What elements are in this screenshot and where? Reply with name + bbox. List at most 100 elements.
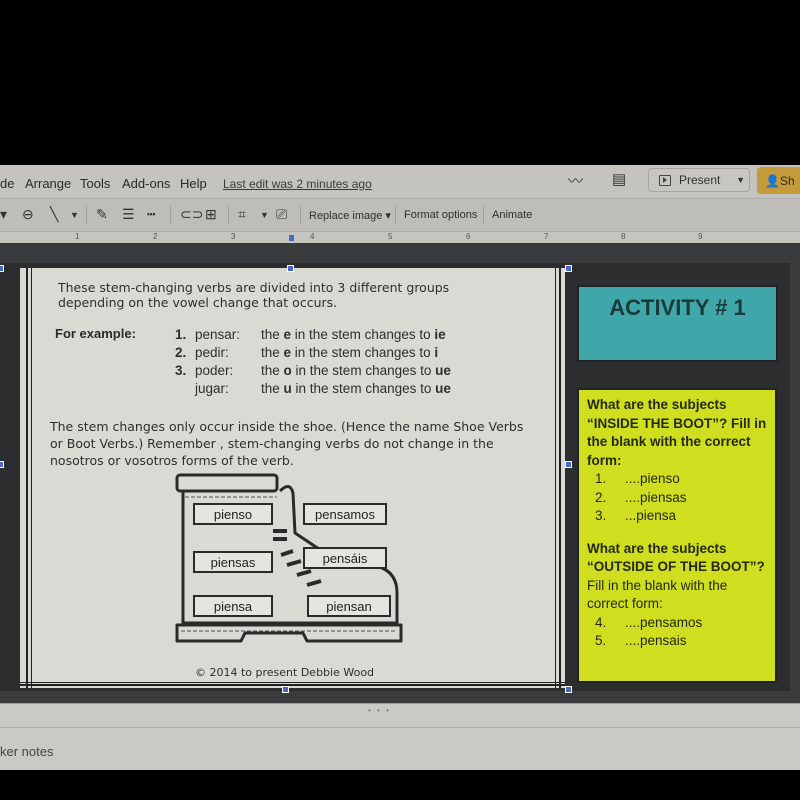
horizontal-ruler[interactable]: 1 2 3 4 5 6 7 8 9: [0, 231, 800, 243]
decorative-border: [20, 682, 565, 686]
activity-title-box[interactable]: ACTIVITY # 1: [577, 285, 778, 362]
item-text: ....pensais: [625, 633, 687, 648]
example-verb: poder:: [195, 363, 234, 378]
selected-image[interactable]: These stem-changing verbs are divided in…: [20, 268, 565, 688]
stem-vowel: o: [283, 363, 292, 378]
replace-image-button[interactable]: Replace image ▾: [309, 209, 391, 222]
boot-word-tu: piensas: [193, 551, 273, 573]
menu-help[interactable]: Help: [180, 176, 207, 191]
menu-arrange[interactable]: Arrange: [25, 176, 71, 191]
menu-slide[interactable]: de: [0, 176, 14, 191]
present-dropdown-caret-icon[interactable]: ▼: [736, 175, 745, 185]
ruler-tick: 1: [75, 232, 80, 241]
crop-dropdown-icon[interactable]: ▼: [260, 210, 269, 220]
outside-boot-list: 4. ....pensamos 5. ....pensais: [595, 614, 767, 651]
selection-handle[interactable]: [287, 265, 294, 272]
example-description: the e in the stem changes to ie: [261, 326, 446, 344]
boot-diagram: pienso piensas piensa pensamos pensáis p…: [175, 473, 405, 658]
item-number: 3.: [595, 508, 607, 523]
selection-handle[interactable]: [0, 265, 4, 272]
example-row: jugar: the u in the stem changes to ue: [175, 380, 451, 398]
ruler-tick: 9: [698, 232, 703, 241]
answer-item: 3. ...piensa: [595, 507, 767, 526]
example-row: 3. poder: the o in the stem changes to u…: [175, 362, 451, 380]
toolbar: ▾ ⊖ ╲ ▼ ✎ ☰ ┅ ⊂⊃ ⊞ ⌗ ▼ ⎚ Replace image ▾…: [0, 198, 800, 231]
menu-bar: de Arrange Tools Add-ons Help Last edit …: [0, 165, 800, 198]
present-button[interactable]: Present ▼: [648, 168, 750, 192]
divider: [0, 727, 800, 728]
selection-handle[interactable]: [565, 461, 572, 468]
comment-icon[interactable]: ▤: [612, 170, 626, 188]
answer-item: 4. ....pensamos: [595, 614, 767, 633]
slide-canvas: These stem-changing verbs are divided in…: [0, 243, 800, 703]
example-verb: pedir:: [195, 345, 229, 360]
add-comment-icon[interactable]: ⊞: [205, 206, 217, 223]
example-list: 1. pensar: the e in the stem changes to …: [175, 326, 451, 398]
selection-handle[interactable]: [0, 461, 4, 468]
stem-vowel: u: [283, 381, 292, 396]
selection-handle[interactable]: [282, 686, 289, 693]
item-text: ....pensamos: [625, 614, 703, 630]
example-description: the e in the stem changes to i: [261, 344, 438, 362]
example-description: the o in the stem changes to ue: [261, 362, 451, 380]
selection-handle[interactable]: [565, 686, 572, 693]
separator: [483, 206, 484, 224]
example-verb: jugar:: [195, 381, 229, 396]
boot-word-ellos: piensan: [307, 595, 391, 617]
border-weight-icon[interactable]: ☰: [122, 206, 135, 223]
activity-dashboard-icon[interactable]: 〰: [568, 170, 583, 191]
ruler-tick: 5: [388, 232, 393, 241]
item-number: 5.: [595, 633, 607, 648]
last-edit-link[interactable]: Last edit was 2 minutes ago: [223, 177, 372, 191]
format-options-button[interactable]: Format options: [404, 209, 477, 221]
menu-addons[interactable]: Add-ons: [122, 176, 170, 191]
inside-boot-question: What are the subjects “INSIDE THE BOOT”?…: [587, 397, 767, 468]
activity-questions-box[interactable]: What are the subjects “INSIDE THE BOOT”?…: [577, 388, 777, 683]
present-icon: [659, 174, 671, 186]
stem-vowel: e: [283, 345, 292, 360]
resize-handle[interactable]: • • •: [368, 706, 391, 715]
item-number: 2.: [595, 489, 607, 505]
separator: [228, 206, 229, 224]
ruler-indent-marker[interactable]: [289, 235, 294, 241]
reset-image-icon[interactable]: ⎚: [276, 206, 287, 223]
activity-title: ACTIVITY # 1: [609, 295, 746, 320]
menu-tools[interactable]: Tools: [80, 176, 110, 191]
example-number: 2.: [175, 345, 187, 360]
speaker-notes-panel[interactable]: • • • ker notes: [0, 703, 800, 770]
present-label: Present: [679, 173, 721, 187]
item-number: 1.: [595, 471, 607, 486]
separator: [300, 206, 301, 224]
separator: [395, 206, 396, 224]
link-icon[interactable]: ⊂⊃: [180, 206, 203, 223]
desc-text: in the stem changes to: [291, 327, 435, 342]
border-dash-icon[interactable]: ┅: [147, 206, 155, 223]
line-dropdown-icon[interactable]: ▼: [70, 210, 79, 220]
boot-word-vosotros: pensáis: [303, 547, 387, 569]
example-description: the u in the stem changes to ue: [261, 380, 451, 398]
intro-text: These stem-changing verbs are divided in…: [58, 280, 450, 310]
separator: [170, 206, 171, 224]
select-dropdown-icon[interactable]: ▾: [0, 206, 7, 223]
answer-item: 5. ....pensais: [595, 632, 767, 651]
crop-icon[interactable]: ⌗: [238, 206, 246, 223]
stem-vowel: e: [283, 327, 292, 342]
selection-handle[interactable]: [565, 265, 572, 272]
decorative-border: [555, 268, 561, 688]
slide[interactable]: These stem-changing verbs are divided in…: [0, 263, 790, 693]
outside-boot-question: What are the subjects “OUTSIDE OF THE BO…: [587, 540, 765, 575]
speaker-notes-placeholder[interactable]: ker notes: [0, 744, 53, 759]
line-icon[interactable]: ╲: [50, 206, 58, 223]
google-slides-window: de Arrange Tools Add-ons Help Last edit …: [0, 165, 800, 770]
stem-change: ie: [434, 327, 446, 342]
decorative-border: [26, 268, 32, 688]
shape-icon[interactable]: ⊖: [22, 206, 34, 223]
share-button[interactable]: 👤Sh: [757, 167, 800, 194]
boot-word-nosotros: pensamos: [303, 503, 387, 525]
animate-button[interactable]: Animate: [492, 209, 532, 221]
item-text: ...piensa: [625, 508, 677, 523]
stem-change: i: [434, 345, 439, 360]
example-verb: pensar:: [195, 327, 241, 342]
border-color-icon[interactable]: ✎: [96, 206, 108, 223]
answer-item: 1. ....pienso: [595, 470, 767, 489]
